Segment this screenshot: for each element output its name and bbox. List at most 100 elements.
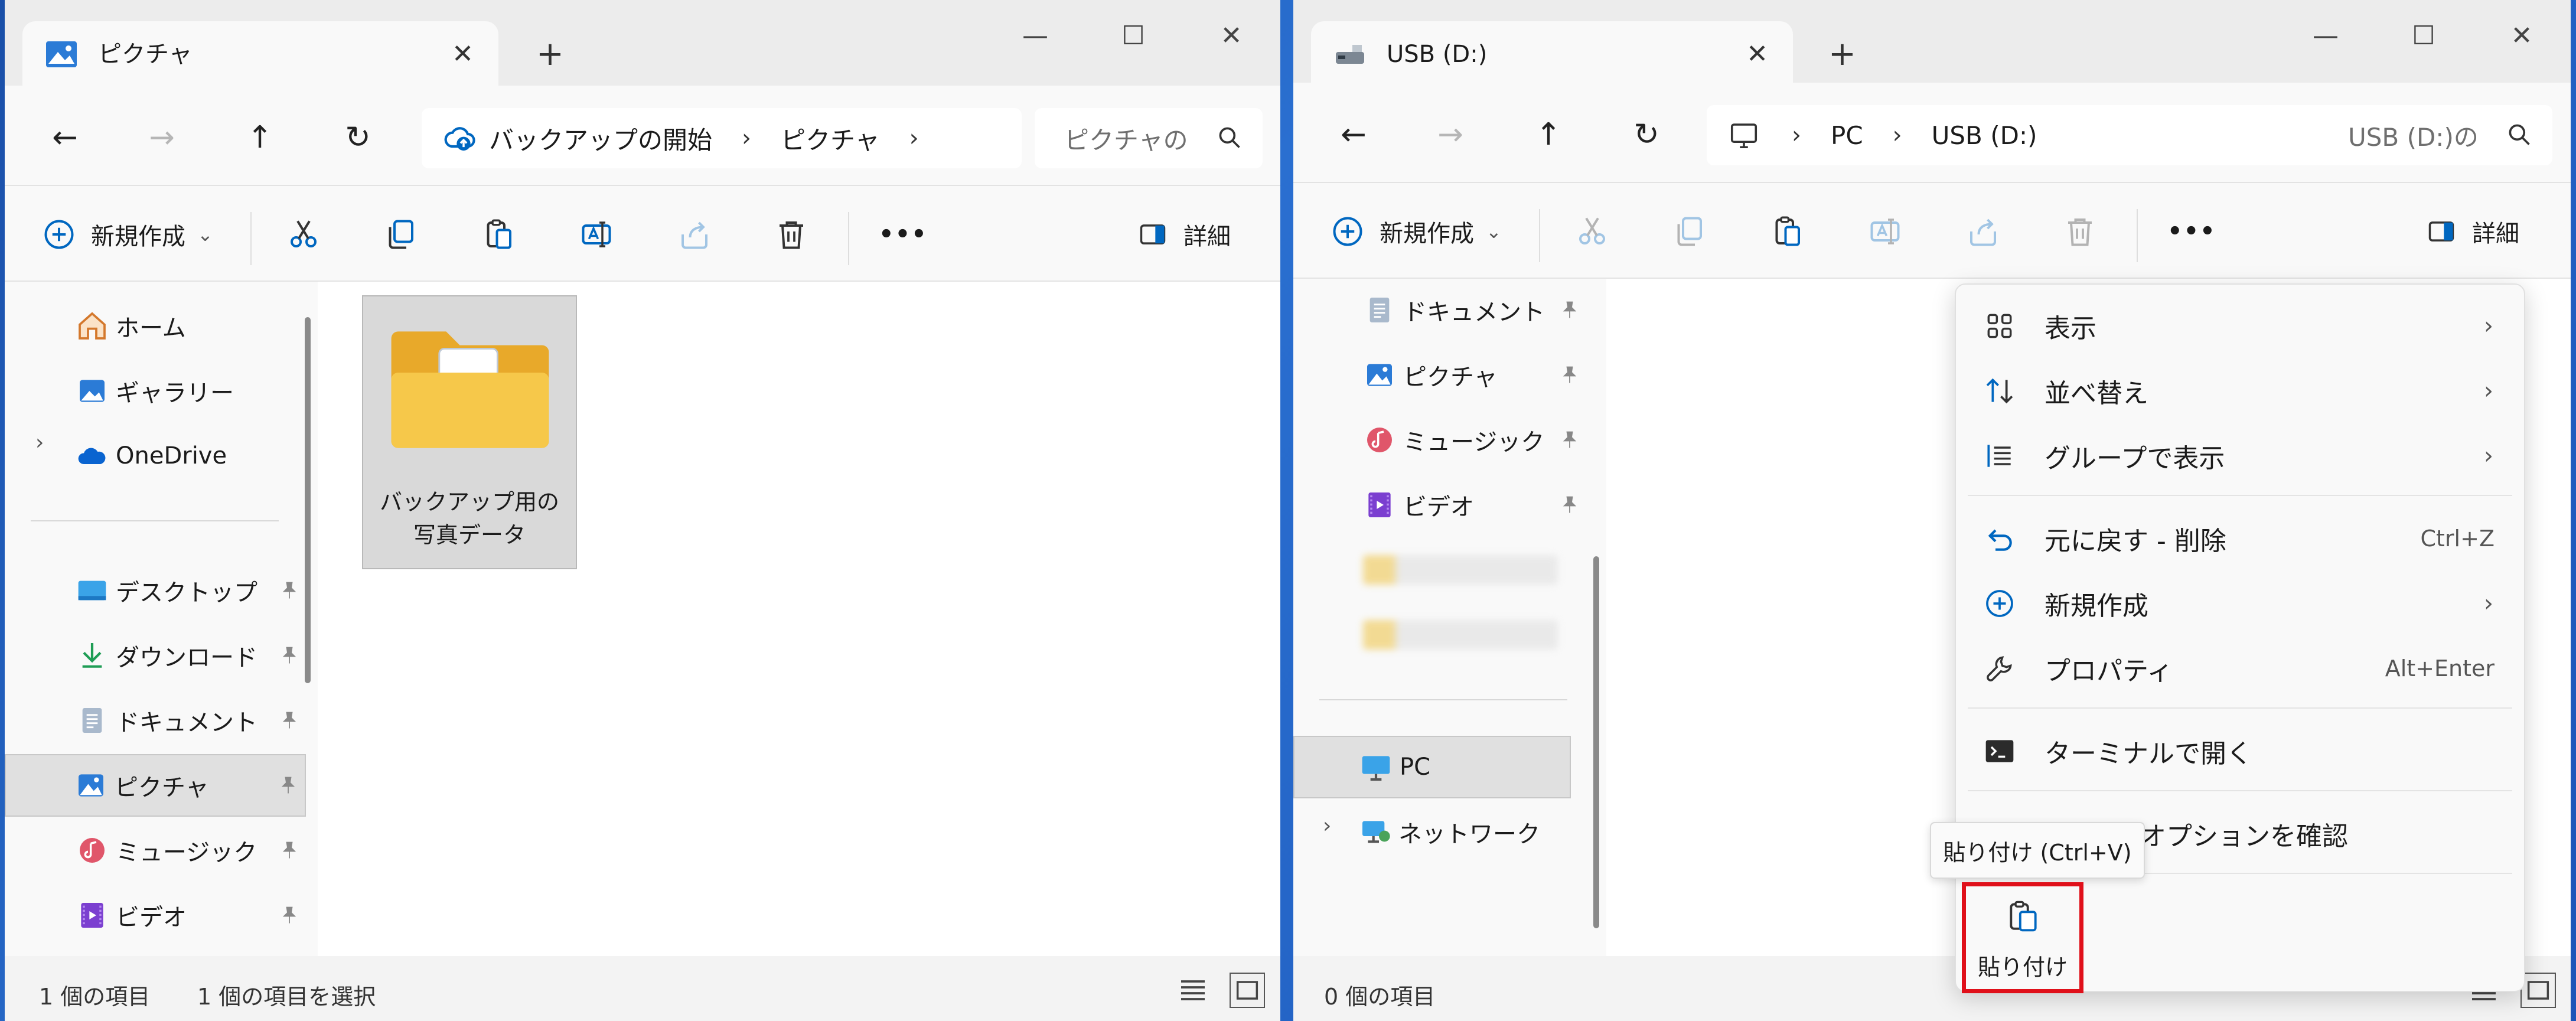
search-placeholder: ピクチャの	[1064, 125, 1188, 155]
more-options-icon[interactable]: •••	[2167, 209, 2216, 254]
tiles-view-icon[interactable]	[2520, 973, 2556, 1008]
blurred-folder-item[interactable]	[1363, 620, 1558, 650]
sidebar-item-documents[interactable]: ドキュメント	[5, 689, 306, 752]
breadcrumb-chevron-icon[interactable]: ›	[742, 125, 751, 152]
menu-item-undo[interactable]: 元に戻す - 削除 Ctrl+Z	[1968, 509, 2512, 568]
rename-button[interactable]	[579, 212, 614, 257]
tab-close-button[interactable]: ✕	[452, 38, 474, 71]
details-view-icon[interactable]	[1175, 973, 1211, 1008]
pin-icon[interactable]	[279, 645, 300, 666]
paste-toolbar-button[interactable]	[481, 212, 516, 257]
sidebar-item-pictures[interactable]: ピクチャ	[5, 754, 306, 817]
delete-button[interactable]	[2062, 209, 2098, 254]
pin-icon[interactable]	[1559, 364, 1580, 386]
breadcrumb-chevron-icon[interactable]: ›	[1792, 122, 1801, 149]
pin-icon[interactable]	[279, 710, 300, 731]
back-button[interactable]: ←	[41, 114, 89, 161]
address-bar[interactable]: バックアップの開始 › ピクチャ ›	[422, 108, 1022, 168]
menu-item-view[interactable]: 表示 ›	[1968, 296, 2512, 355]
share-button[interactable]	[1965, 209, 2001, 254]
menu-item-new[interactable]: 新規作成 ›	[1968, 574, 2512, 633]
new-button[interactable]: 新規作成 ⌄	[41, 212, 213, 257]
breadcrumb-pictures[interactable]: ピクチャ	[781, 120, 880, 156]
plus-circle-icon	[44, 220, 74, 249]
sidebar-item-network[interactable]: ネットワーク	[1293, 801, 1594, 863]
nav-scrollbar[interactable]	[1593, 556, 1599, 928]
minimize-button[interactable]: —	[2277, 0, 2375, 71]
up-button[interactable]: ↑	[1525, 111, 1572, 158]
breadcrumb-pc[interactable]: PC	[1831, 121, 1863, 150]
blurred-folder-item[interactable]	[1363, 555, 1558, 585]
new-button[interactable]: 新規作成 ⌄	[1330, 209, 1502, 254]
undo-icon	[1988, 529, 2012, 551]
pin-icon[interactable]	[1559, 429, 1580, 451]
breadcrumb-chevron-icon[interactable]: ›	[1893, 122, 1902, 149]
tab-pictures[interactable]: ピクチャ ✕	[22, 21, 498, 86]
sidebar-item-videos[interactable]: ビデオ	[5, 884, 306, 947]
menu-item-group[interactable]: グループで表示 ›	[1968, 426, 2512, 485]
menu-item-label: 新規作成	[2045, 591, 2148, 621]
sidebar-item-pictures[interactable]: ピクチャ	[1293, 344, 1586, 406]
refresh-button[interactable]: ↻	[1623, 111, 1670, 158]
new-tab-button[interactable]: +	[536, 35, 564, 73]
paste-toolbar-button[interactable]	[1769, 209, 1805, 254]
sidebar-item-downloads[interactable]: ダウンロード	[5, 624, 306, 687]
minimize-button[interactable]: —	[986, 0, 1084, 71]
sidebar-item-home[interactable]: ホーム	[5, 295, 306, 357]
rename-button[interactable]	[1867, 209, 1903, 254]
copy-button[interactable]	[383, 212, 418, 257]
tab-usb[interactable]: USB (D:) ✕	[1311, 21, 1793, 86]
back-button[interactable]: ←	[1330, 111, 1377, 158]
sidebar-item-pc[interactable]: PC	[1293, 736, 1571, 798]
forward-button[interactable]: →	[1427, 111, 1474, 158]
selected-count: 1 個の項目を選択	[197, 984, 376, 1010]
maximize-button[interactable]: ☐	[2375, 0, 2473, 71]
menu-item-properties[interactable]: プロパティ Alt+Enter	[1968, 639, 2512, 698]
folder-item[interactable]: バックアップ用の写真データ	[362, 295, 577, 569]
delete-button[interactable]	[774, 212, 809, 257]
pin-icon[interactable]	[1559, 494, 1580, 516]
sidebar-item-music[interactable]: ミュージック	[5, 819, 306, 882]
sidebar-item-gallery[interactable]: ギャラリー	[5, 360, 306, 422]
cut-button[interactable]	[286, 212, 321, 257]
sidebar-item-desktop[interactable]: デスクトップ	[5, 559, 306, 622]
maximize-button[interactable]: ☐	[1084, 0, 1182, 71]
copy-button[interactable]	[1671, 209, 1707, 254]
breadcrumb-usb[interactable]: USB (D:)	[1932, 121, 2037, 150]
forward-button[interactable]: →	[138, 114, 185, 161]
close-window-button[interactable]: ✕	[2473, 0, 2571, 71]
pin-icon[interactable]	[279, 580, 300, 601]
sidebar-item-label: OneDrive	[116, 442, 227, 469]
menu-item-terminal[interactable]: ターミナルで開く	[1968, 722, 2512, 781]
close-window-button[interactable]: ✕	[1182, 0, 1280, 71]
sidebar-item-documents[interactable]: ドキュメント	[1293, 279, 1586, 341]
pin-icon[interactable]	[1559, 299, 1580, 321]
pin-icon[interactable]	[279, 905, 300, 926]
sidebar-item-videos[interactable]: ビデオ	[1293, 474, 1586, 536]
new-tab-button[interactable]: +	[1828, 35, 1856, 73]
breadcrumb-backup[interactable]: バックアップの開始	[489, 120, 712, 156]
sidebar-item-music[interactable]: ミュージック	[1293, 409, 1586, 471]
share-button[interactable]	[677, 212, 712, 257]
up-button[interactable]: ↑	[236, 114, 283, 161]
menu-item-sort[interactable]: 並べ替え ›	[1968, 361, 2512, 420]
menu-item-label: オプションを確認	[2140, 821, 2348, 852]
more-options-icon[interactable]: •••	[879, 212, 928, 257]
tiles-view-icon[interactable]	[1230, 973, 1265, 1008]
search-input[interactable]: USB (D:)の	[2319, 105, 2552, 165]
details-button[interactable]: 詳細	[2426, 209, 2519, 254]
refresh-button[interactable]: ↻	[334, 114, 381, 161]
pictures-icon	[46, 41, 77, 67]
paste-button[interactable]: 貼り付け	[1962, 882, 2083, 993]
share-icon	[1970, 218, 1996, 246]
pin-icon[interactable]	[279, 840, 300, 861]
tab-close-button[interactable]: ✕	[1746, 38, 1768, 71]
nav-scrollbar[interactable]	[305, 317, 311, 683]
details-button[interactable]: 詳細	[1137, 212, 1231, 257]
cut-button[interactable]	[1574, 209, 1610, 254]
search-input[interactable]: ピクチャの	[1035, 108, 1263, 168]
breadcrumb-chevron-icon[interactable]: ›	[909, 125, 919, 152]
pin-icon[interactable]	[278, 775, 299, 796]
sidebar-item-onedrive[interactable]: OneDrive	[5, 425, 306, 487]
folder-icon	[391, 331, 549, 448]
